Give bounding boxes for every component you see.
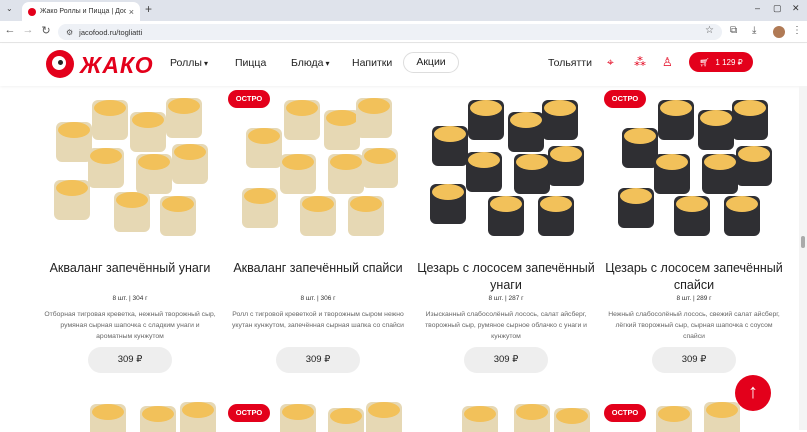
product-card-partial[interactable] <box>40 392 220 432</box>
product-card[interactable]: ОСТРО Цезарь с лососем запечённый спайси… <box>604 86 784 386</box>
price-button[interactable]: 309 ₽ <box>652 347 736 373</box>
cart-button[interactable]: 🛒︎ 1 129 ₽ <box>689 52 753 72</box>
spicy-badge: ОСТРО <box>228 404 270 422</box>
city-selector[interactable]: Тольятти <box>548 57 592 69</box>
product-title[interactable]: Акваланг запечённый унаги <box>40 260 220 277</box>
chevron-down-icon: ▾ <box>325 59 330 68</box>
cart-icon: 🛒︎ <box>699 57 710 67</box>
scroll-to-top-button[interactable]: ↑ <box>735 375 771 411</box>
product-card-partial[interactable] <box>416 392 596 432</box>
nav-promotions[interactable]: Акции <box>403 52 459 73</box>
share-icon[interactable]: ⁂ <box>634 55 646 69</box>
product-meta: 8 шт. | 304 г <box>112 295 148 302</box>
product-meta: 8 шт. | 289 г <box>676 295 712 302</box>
bookmark-star-icon[interactable]: ☆ <box>705 25 714 36</box>
favicon-icon <box>28 7 36 16</box>
spicy-badge: ОСТРО <box>604 90 646 108</box>
profile-avatar[interactable] <box>773 26 785 38</box>
product-title[interactable]: Цезарь с лососем запечённый унаги <box>416 260 596 294</box>
url-text: jacofood.ru/togliatti <box>79 27 143 37</box>
cart-total: 1 129 ₽ <box>715 57 743 67</box>
tab-search-icon[interactable]: ⌄ <box>6 4 13 13</box>
product-card[interactable]: Акваланг запечённый унаги 8 шт. | 304 г … <box>40 86 220 386</box>
site-info-icon[interactable]: ⚙ <box>66 28 73 37</box>
extensions-icon[interactable]: ⧉ <box>730 25 737 36</box>
downloads-icon[interactable]: ⤓ <box>752 25 756 36</box>
menu-dots-icon[interactable]: ⋮ <box>792 25 802 36</box>
product-meta: 8 шт. | 287 г <box>488 295 524 302</box>
browser-tabstrip: ⌄ Жако Роллы и Пицца | Доставка × + – ▢ … <box>0 0 807 21</box>
nav-rolls[interactable]: Роллы ▾ <box>170 57 208 69</box>
chevron-down-icon: ▾ <box>203 59 208 68</box>
site-header: ЖАКО Роллы ▾ Пицца Блюда ▾ Напитки Акции Т… <box>0 44 807 86</box>
price-button[interactable]: 309 ₽ <box>276 347 360 373</box>
nav-dishes[interactable]: Блюда ▾ <box>291 57 330 69</box>
forward-icon[interactable]: → <box>20 24 36 36</box>
product-title[interactable]: Акваланг запечённый спайси <box>228 260 408 277</box>
product-image[interactable] <box>612 92 776 248</box>
back-icon[interactable]: ← <box>2 24 18 36</box>
user-icon[interactable]: ♙ <box>662 55 673 69</box>
product-description: Ролл с тигровой креветкой и творожным сы… <box>232 311 404 329</box>
tab-close-icon[interactable]: × <box>129 7 134 17</box>
logo-text[interactable]: ЖАКО <box>80 52 154 79</box>
product-image[interactable] <box>236 92 400 248</box>
new-tab-button[interactable]: + <box>145 2 152 16</box>
arrow-up-icon: ↑ <box>748 381 758 403</box>
minimize-icon[interactable]: – <box>755 3 760 13</box>
product-card[interactable]: ОСТРО Акваланг запечённый спайси 8 шт. |… <box>228 86 408 386</box>
product-card-partial[interactable]: ОСТРО <box>228 392 408 432</box>
reload-icon[interactable]: ↻ <box>38 24 54 37</box>
browser-toolbar: ← → ↻ ⚙ jacofood.ru/togliatti ☆ ⧉ ⤓ ⋮ <box>0 21 807 43</box>
price-button[interactable]: 309 ₽ <box>88 347 172 373</box>
price-button[interactable]: 309 ₽ <box>464 347 548 373</box>
product-title[interactable]: Цезарь с лососем запечённый спайси <box>604 260 784 294</box>
nav-drinks[interactable]: Напитки <box>352 57 392 69</box>
scrollbar-thumb[interactable] <box>801 236 805 248</box>
page-scrollbar[interactable] <box>799 86 807 430</box>
product-card[interactable]: Цезарь с лососем запечённый унаги 8 шт. … <box>416 86 596 386</box>
parrot-logo-icon[interactable] <box>46 50 74 78</box>
product-description: Изысканный слабосолёный лосось, салат ай… <box>425 311 587 340</box>
nav-pizza[interactable]: Пицца <box>235 57 266 69</box>
spicy-badge: ОСТРО <box>604 404 646 422</box>
product-description: Нежный слабосолёный лосось, свежий салат… <box>608 311 780 340</box>
spicy-badge: ОСТРО <box>228 90 270 108</box>
address-bar[interactable]: ⚙ jacofood.ru/togliatti ☆ <box>58 24 722 40</box>
product-meta: 8 шт. | 306 г <box>300 295 336 302</box>
product-description: Отборная тигровая креветка, нежный творо… <box>44 311 216 340</box>
maximize-icon[interactable]: ▢ <box>773 3 782 14</box>
product-image[interactable] <box>48 92 212 248</box>
location-pin-icon[interactable]: ⌖ <box>607 55 614 70</box>
close-window-icon[interactable]: ✕ <box>792 3 800 14</box>
product-image[interactable] <box>424 92 588 248</box>
tab-title: Жако Роллы и Пицца | Доставка <box>40 8 126 15</box>
browser-tab[interactable]: Жако Роллы и Пицца | Доставка × <box>22 2 140 21</box>
